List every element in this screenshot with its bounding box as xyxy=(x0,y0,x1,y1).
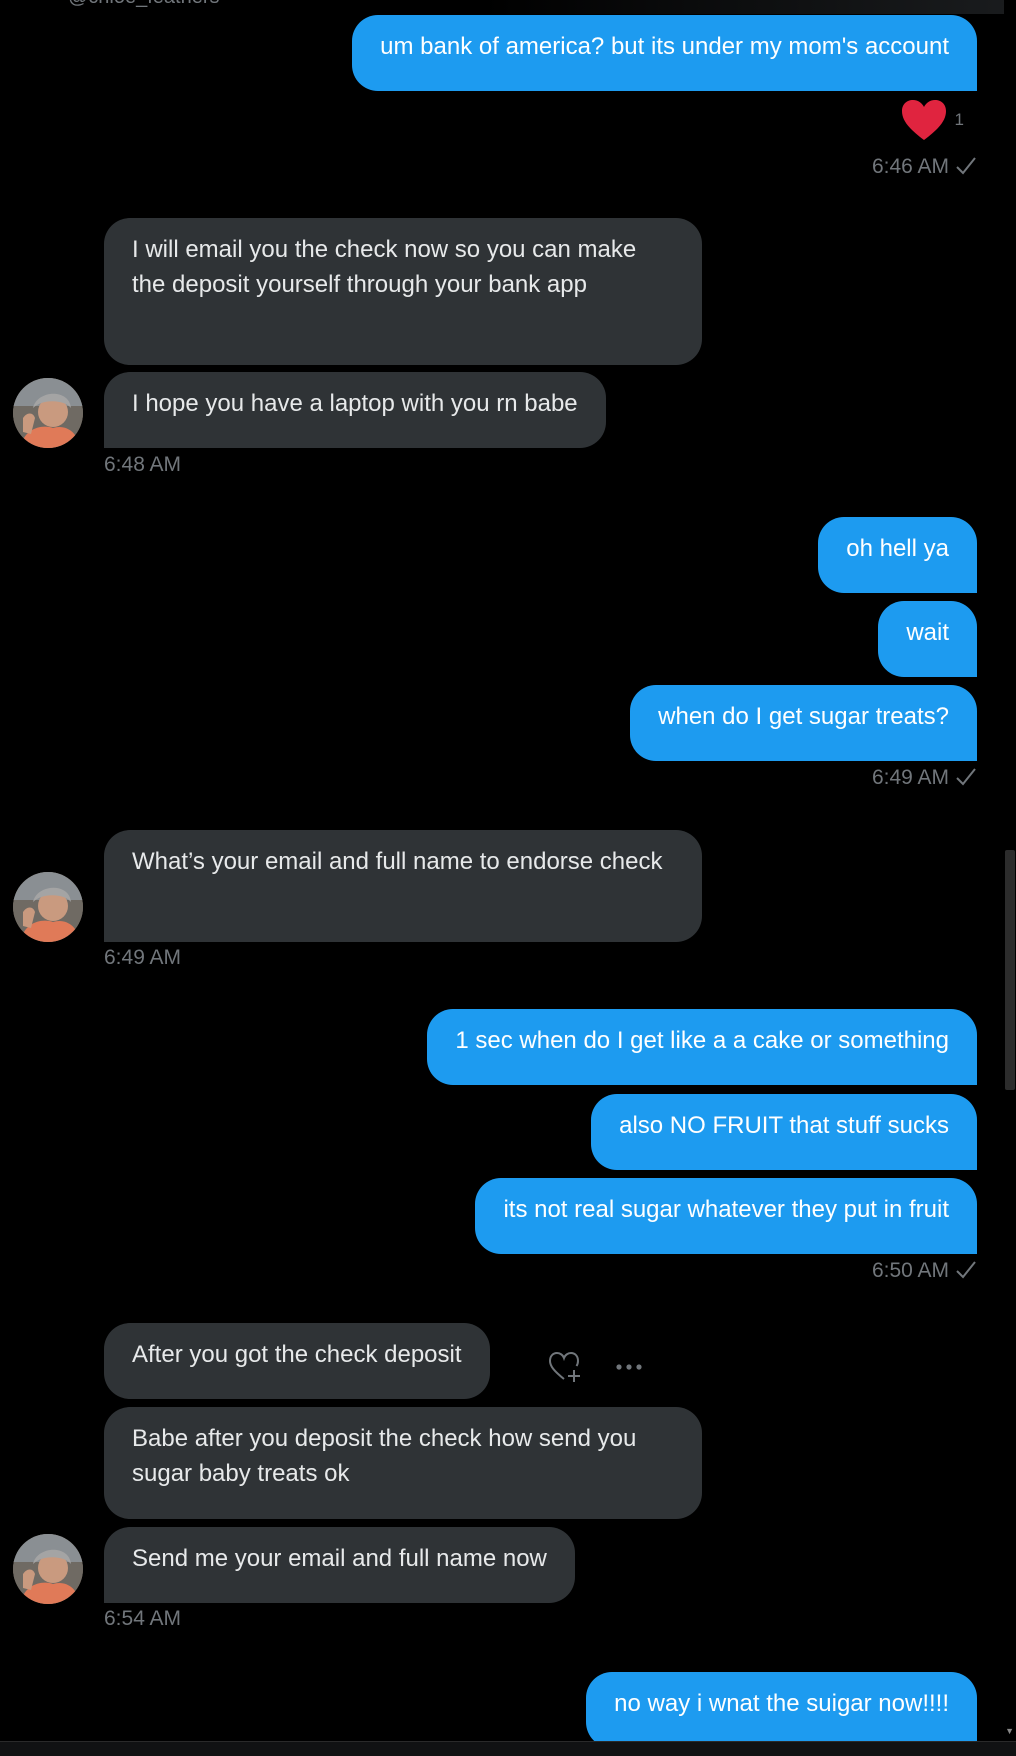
user-handle: @chloe_feathers xyxy=(68,0,220,9)
avatar-image xyxy=(13,872,83,942)
outgoing-message[interactable]: 1 sec when do I get like a a cake or som… xyxy=(427,1009,977,1085)
avatar-image xyxy=(13,378,83,448)
message-timestamp: 6:48 AM xyxy=(104,453,182,476)
incoming-message[interactable]: I hope you have a laptop with you rn bab… xyxy=(104,372,606,448)
message-timestamp: 6:46 AM xyxy=(872,155,977,179)
outgoing-message[interactable]: wait xyxy=(878,601,977,677)
checkmark-icon xyxy=(956,768,976,786)
incoming-message[interactable]: What’s your email and full name to endor… xyxy=(104,830,702,942)
checkmark-icon xyxy=(956,1261,976,1279)
bottom-edge-bar xyxy=(0,1741,1016,1756)
incoming-message[interactable]: After you got the check deposit xyxy=(104,1323,490,1399)
outgoing-message[interactable]: also NO FRUIT that stuff sucks xyxy=(591,1094,977,1170)
checkmark-icon xyxy=(956,157,976,175)
incoming-message[interactable]: I will email you the check now so you ca… xyxy=(104,218,702,365)
heart-icon[interactable] xyxy=(900,98,948,142)
incoming-message[interactable]: Babe after you deposit the check how sen… xyxy=(104,1407,702,1519)
message-timestamp: 6:49 AM xyxy=(104,946,182,969)
timestamp-text: 6:50 AM xyxy=(871,1259,949,1282)
message-timestamp: 6:49 AM xyxy=(872,766,977,790)
scrollbar-thumb[interactable] xyxy=(1005,850,1015,1090)
message-timestamp: 6:50 AM xyxy=(872,1259,977,1283)
outgoing-message[interactable]: no way i wnat the suigar now!!!! xyxy=(586,1672,977,1742)
message-thread[interactable]: @chloe_feathers um bank of america? but … xyxy=(0,0,1004,1742)
scroll-down-arrow-icon[interactable]: ▼ xyxy=(1005,1726,1014,1736)
timestamp-text: 6:46 AM xyxy=(871,155,949,178)
avatar-image xyxy=(13,1534,83,1604)
outgoing-message[interactable]: its not real sugar whatever they put in … xyxy=(475,1178,977,1254)
message-timestamp: 6:54 AM xyxy=(104,1607,182,1630)
reaction-count: 1 xyxy=(954,110,964,129)
incoming-message[interactable]: Send me your email and full name now xyxy=(104,1527,575,1603)
outgoing-message[interactable]: oh hell ya xyxy=(818,517,977,593)
scrollbar[interactable]: ▼ xyxy=(1004,0,1016,1742)
timestamp-text: 6:49 AM xyxy=(871,766,949,789)
heart-plus-icon[interactable] xyxy=(548,1350,582,1384)
outgoing-message[interactable]: um bank of america? but its under my mom… xyxy=(352,15,977,91)
sender-avatar[interactable] xyxy=(13,1534,83,1604)
outgoing-message[interactable]: when do I get sugar treats? xyxy=(630,685,977,761)
more-dots-icon[interactable] xyxy=(613,1350,647,1384)
sender-avatar[interactable] xyxy=(13,872,83,942)
sender-avatar[interactable] xyxy=(13,378,83,448)
dm-conversation-window: @chloe_feathers um bank of america? but … xyxy=(0,0,1016,1756)
